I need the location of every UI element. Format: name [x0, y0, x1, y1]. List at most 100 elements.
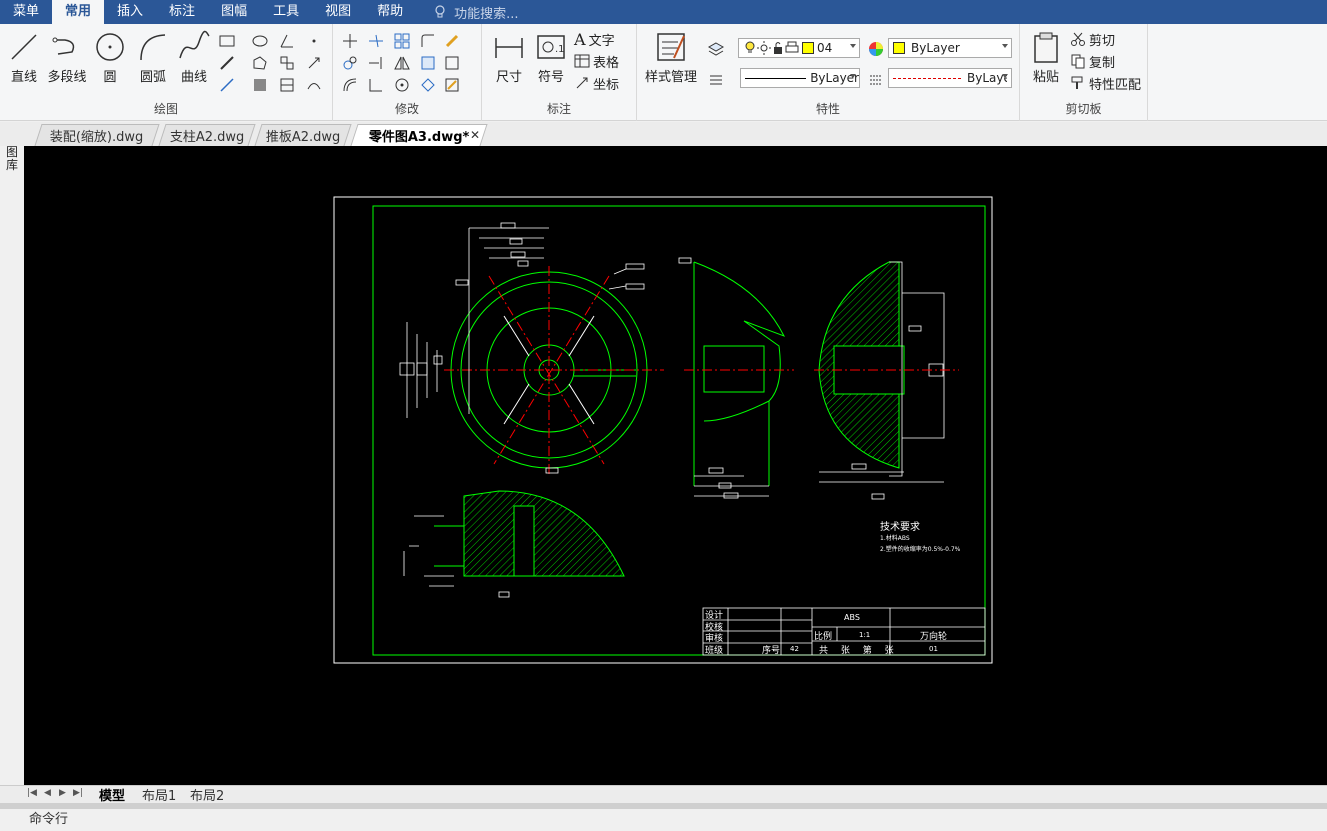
cut-label: 剪切 — [1089, 33, 1116, 49]
color-swatch — [893, 42, 905, 54]
text-button[interactable]: A 文字 — [574, 29, 615, 49]
lightbulb-icon — [745, 41, 755, 53]
nav-first-icon[interactable]: |◀ — [27, 788, 37, 798]
library-label: 图库 — [6, 145, 19, 172]
pointer-icon[interactable] — [305, 54, 323, 72]
feature-search-placeholder: 功能搜索... — [454, 6, 519, 22]
circle-button[interactable]: 圆 — [89, 30, 131, 85]
trim-icon[interactable] — [367, 32, 385, 50]
style-manager-label: 样式管理 — [644, 70, 697, 85]
grid-block-icon[interactable] — [278, 76, 296, 94]
menu-item-tools[interactable]: 工具 — [260, 0, 312, 24]
extend-icon[interactable] — [367, 54, 385, 72]
tech-requirements-title: 技术要求 — [880, 522, 920, 533]
mirror-icon[interactable] — [393, 54, 411, 72]
lineweight-dropdown[interactable]: ByLaye — [888, 68, 1012, 88]
menu-item-annotate[interactable]: 标注 — [156, 0, 208, 24]
close-tab-icon[interactable]: ✕ — [470, 128, 480, 142]
break-icon[interactable] — [367, 76, 385, 94]
arc-icon — [140, 34, 166, 61]
region-icon[interactable] — [251, 54, 269, 72]
point-icon[interactable] — [305, 32, 323, 50]
polyline-button[interactable]: 多段线 — [45, 30, 89, 85]
menu-item-view[interactable]: 视图 — [312, 0, 364, 24]
menu-item-help[interactable]: 帮助 — [364, 0, 416, 24]
curve-button[interactable]: 曲线 — [173, 30, 215, 85]
copy-button[interactable]: 复制 — [1070, 51, 1115, 71]
array-icon[interactable] — [393, 32, 411, 50]
rotate-icon[interactable] — [393, 76, 411, 94]
menu-item-insert[interactable]: 插入 — [104, 0, 156, 24]
partial-view — [403, 490, 625, 598]
lineweight-list-icon[interactable] — [707, 70, 725, 88]
symbol-icon: .1 — [537, 35, 565, 59]
arc-button[interactable]: 圆弧 — [132, 30, 174, 85]
coord-button[interactable]: 坐标 — [574, 73, 619, 93]
cut-button[interactable]: 剪切 — [1070, 29, 1115, 49]
scale-icon[interactable] — [443, 54, 461, 72]
layer-value: 04 — [817, 41, 833, 55]
properties-icon[interactable] — [443, 76, 461, 94]
table-button[interactable]: 表格 — [574, 51, 619, 71]
drawing-svg — [333, 196, 993, 664]
linetype-dropdown[interactable]: ByLayer — [740, 68, 860, 88]
stretch-icon[interactable] — [419, 54, 437, 72]
copy-object-icon[interactable] — [341, 54, 359, 72]
layout-tab-layout2[interactable]: 布局2 — [190, 786, 224, 804]
polyline-label: 多段线 — [47, 70, 87, 85]
dimension-icon — [495, 38, 523, 58]
curve-label: 曲线 — [180, 70, 207, 85]
coordinate-icon — [576, 77, 588, 89]
paste-label: 粘贴 — [1032, 70, 1059, 85]
drawing-canvas[interactable]: 技术要求 1.材料ABS 2.塑件的收缩率为0.5%-0.7% 设计 校核 审核… — [24, 146, 1327, 785]
match-properties-button[interactable]: 特性匹配 — [1070, 73, 1141, 93]
doc-tab-part-drawing[interactable]: 零件图A3.dwg* — [350, 124, 488, 146]
wipeout-icon[interactable] — [251, 76, 269, 94]
symbol-label: 符号 — [537, 70, 564, 85]
title-block-material: ABS — [844, 613, 860, 622]
move-icon[interactable] — [341, 32, 359, 50]
hatch-line-icon[interactable] — [218, 54, 236, 72]
erase-icon[interactable] — [443, 32, 461, 50]
symbol-button[interactable]: .1 符号 — [530, 30, 572, 85]
circle-icon — [96, 33, 124, 61]
menu-item-common[interactable]: 常用 — [52, 0, 105, 24]
menu-item-sheet[interactable]: 图幅 — [208, 0, 260, 24]
copy-label: 复制 — [1089, 55, 1116, 71]
block-icon[interactable] — [278, 54, 296, 72]
color-wheel-icon[interactable] — [867, 40, 885, 58]
layer-icon[interactable] — [707, 40, 725, 58]
title-block-sheets: 共 张 第 张 — [819, 646, 899, 656]
doc-tab-label: 装配(缩放).dwg — [50, 130, 144, 145]
xline-icon[interactable] — [218, 76, 236, 94]
nav-prev-icon[interactable]: ◀ — [44, 788, 51, 798]
linetype-icon[interactable] — [867, 70, 885, 88]
command-line[interactable]: 命令行 — [0, 809, 1327, 831]
doc-tab-pillar[interactable]: 支柱A2.dwg — [158, 124, 256, 146]
library-strip[interactable]: 图库 — [0, 122, 24, 786]
spline-icon[interactable] — [305, 76, 323, 94]
layer-dropdown[interactable]: 04 — [738, 38, 860, 58]
style-manager-button[interactable]: 样式管理 — [643, 30, 699, 85]
explode-icon[interactable] — [419, 76, 437, 94]
style-manager-icon — [657, 33, 685, 61]
color-dropdown[interactable]: ByLayer — [888, 38, 1012, 58]
angle-icon[interactable] — [278, 32, 296, 50]
feature-search[interactable]: 功能搜索... — [434, 3, 519, 22]
dimension-button[interactable]: 尺寸 — [488, 30, 530, 85]
line-button[interactable]: 直线 — [3, 30, 45, 85]
nav-next-icon[interactable]: ▶ — [59, 788, 66, 798]
menu-item-menu[interactable]: 菜单 — [0, 0, 52, 24]
offset-icon[interactable] — [341, 76, 359, 94]
doc-tab-assembly[interactable]: 装配(缩放).dwg — [34, 124, 160, 146]
rectangle-icon[interactable] — [218, 32, 236, 50]
fillet-icon[interactable] — [419, 32, 437, 50]
layout-tab-layout1[interactable]: 布局1 — [142, 786, 176, 804]
ellipse-icon[interactable] — [251, 32, 269, 50]
paste-button[interactable]: 粘贴 — [1025, 30, 1067, 85]
side-view — [693, 261, 786, 486]
nav-last-icon[interactable]: ▶| — [73, 788, 83, 798]
doc-tab-pushplate[interactable]: 推板A2.dwg — [254, 124, 352, 146]
color-value: ByLayer — [911, 41, 960, 55]
layout-tab-model[interactable]: 模型 — [99, 786, 125, 804]
